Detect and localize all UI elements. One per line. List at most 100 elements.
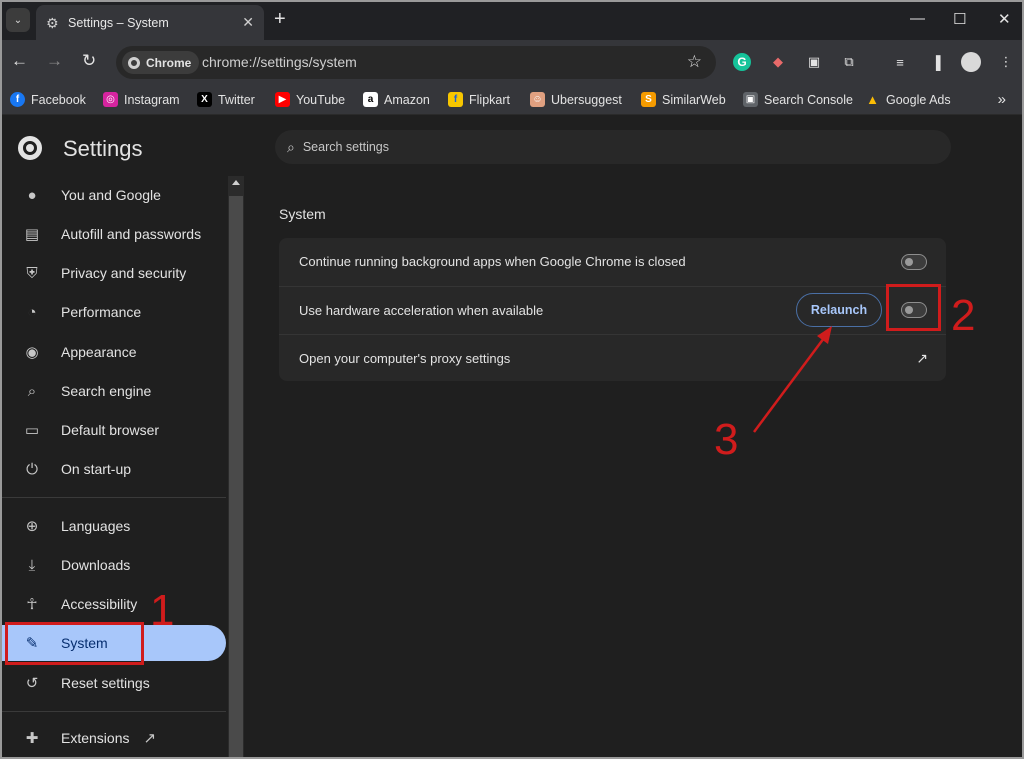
- puzzle-icon[interactable]: ⧉: [839, 52, 859, 72]
- minimize-button[interactable]: —: [910, 10, 925, 27]
- bookmarks-bar: f Facebook ◎ Instagram X Twitter ▶ YouTube a…: [0, 85, 1024, 115]
- back-button[interactable]: ←: [11, 51, 28, 71]
- bookmark-item[interactable]: ☺ Ubersuggest: [530, 92, 622, 107]
- search-icon: ⌕: [27, 382, 37, 400]
- bookmark-item[interactable]: ▲ Google Ads: [865, 92, 951, 107]
- download-icon: ⤓: [28, 556, 36, 574]
- setting-label: Continue running background apps when Go…: [299, 254, 686, 269]
- bookmark-star-icon[interactable]: ☆: [687, 52, 702, 72]
- sidebar-scrollbar[interactable]: [228, 176, 244, 759]
- search-input[interactable]: Search settings: [303, 140, 389, 154]
- scrollbar-thumb[interactable]: [229, 196, 243, 759]
- bookmark-item[interactable]: ▣ Search Console: [743, 92, 853, 107]
- search-settings-field[interactable]: ⌕ Search settings: [275, 130, 951, 164]
- bookmark-item[interactable]: S SimilarWeb: [641, 92, 726, 107]
- sidebar-divider: [0, 711, 226, 712]
- annotation-number-2: 2: [951, 291, 976, 340]
- reload-button[interactable]: ↻: [82, 51, 96, 71]
- puzzle-icon: ✚: [25, 730, 39, 747]
- power-icon: ⏻: [26, 460, 38, 478]
- clipboard-icon: ▤: [24, 226, 40, 243]
- globe-icon: ⊕: [25, 518, 39, 535]
- maximize-button[interactable]: ☐: [953, 10, 966, 28]
- external-link-icon[interactable]: ↗: [916, 350, 928, 367]
- shield-icon: ⛨: [26, 264, 38, 282]
- tab-settings-system[interactable]: ⚙ Settings – System ✕: [36, 5, 264, 40]
- system-settings-card: Continue running background apps when Go…: [279, 238, 946, 381]
- similarweb-icon: S: [641, 92, 656, 107]
- avatar[interactable]: [961, 52, 981, 72]
- tab-strip: ⌄ ⚙ Settings – System ✕ + — ☐ ✕: [0, 0, 1024, 40]
- search-console-icon: ▣: [743, 92, 758, 107]
- annotation-number-3: 3: [714, 415, 739, 464]
- twitter-icon: X: [197, 92, 212, 107]
- bookmark-item[interactable]: X Twitter: [197, 92, 255, 107]
- sidebar-item-performance[interactable]: ◔ Performance: [0, 294, 226, 330]
- bookmark-item[interactable]: ▶ YouTube: [275, 92, 345, 107]
- close-tab-icon[interactable]: ✕: [242, 14, 254, 31]
- forward-button[interactable]: →: [46, 51, 63, 71]
- bookmark-item[interactable]: f Flipkart: [448, 92, 510, 107]
- sidebar-item-you-and-google[interactable]: ● You and Google: [0, 177, 226, 213]
- bookmark-item[interactable]: f Facebook: [10, 92, 86, 107]
- sidebar-item-on-startup[interactable]: ⏻ On start-up: [0, 451, 226, 487]
- menu-icon[interactable]: ⋮: [996, 52, 1016, 72]
- setting-row-hardware-acceleration: Use hardware acceleration when available…: [279, 286, 946, 333]
- flipkart-icon: f: [448, 92, 463, 107]
- accessibility-icon: ☥: [26, 596, 38, 613]
- address-bar[interactable]: Chrome chrome://settings/system ☆: [116, 46, 716, 79]
- new-tab-button[interactable]: +: [274, 8, 286, 30]
- ubersuggest-icon: ☺: [530, 92, 545, 107]
- tab-search-button[interactable]: ⌄: [6, 8, 30, 32]
- sidebar-item-languages[interactable]: ⊕ Languages: [0, 508, 226, 544]
- setting-label: Open your computer's proxy settings: [299, 350, 511, 366]
- youtube-icon: ▶: [275, 92, 290, 107]
- reading-list-icon[interactable]: ≡: [890, 52, 910, 72]
- sidebar-item-search-engine[interactable]: ⌕ Search engine: [0, 373, 226, 409]
- sidebar-item-downloads[interactable]: ⤓ Downloads: [0, 547, 226, 583]
- url-text[interactable]: chrome://settings/system: [202, 54, 357, 70]
- annotation-box-system: [5, 622, 144, 665]
- bookmark-item[interactable]: ◎ Instagram: [103, 92, 180, 107]
- external-link-icon: ↗: [143, 730, 157, 747]
- sidebar-item-autofill[interactable]: ▤ Autofill and passwords: [0, 216, 226, 252]
- history-icon: ↺: [25, 675, 39, 692]
- close-window-button[interactable]: ✕: [998, 10, 1011, 28]
- chrome-logo-icon: [18, 136, 42, 160]
- sidebar-item-appearance[interactable]: ◉ Appearance: [0, 334, 226, 370]
- scroll-up-icon[interactable]: [232, 180, 240, 185]
- background-apps-toggle[interactable]: [901, 253, 927, 270]
- gauge-icon: ◔: [27, 303, 37, 321]
- bookmark-item[interactable]: a Amazon: [363, 92, 430, 107]
- relaunch-button[interactable]: Relaunch: [796, 293, 882, 327]
- section-title: System: [279, 206, 326, 222]
- sidebar-item-extensions[interactable]: ✚ Extensions ↗: [0, 720, 226, 756]
- browser-icon: ▭: [24, 422, 40, 439]
- toolbar: ← → ↻ Chrome chrome://settings/system ☆ …: [0, 40, 1024, 85]
- setting-row-proxy[interactable]: Open your computer's proxy settings ↗: [279, 334, 946, 381]
- annotation-box-toggle: [886, 284, 941, 331]
- media-icon[interactable]: ▣: [804, 52, 824, 72]
- setting-label: Use hardware acceleration when available: [299, 302, 544, 318]
- chrome-chip[interactable]: Chrome: [122, 51, 200, 74]
- sidebar-item-default-browser[interactable]: ▭ Default browser: [0, 412, 226, 448]
- grammarly-icon[interactable]: G: [733, 53, 751, 71]
- google-ads-icon: ▲: [866, 92, 879, 107]
- bookmarks-overflow-icon[interactable]: »: [998, 91, 1006, 108]
- side-panel-icon[interactable]: ▐: [926, 52, 946, 72]
- chrome-logo-icon: [128, 56, 140, 69]
- sidebar-divider: [0, 497, 226, 498]
- tab-title: Settings – System: [68, 15, 169, 30]
- setting-row-background-apps: Continue running background apps when Go…: [279, 238, 946, 285]
- person-icon: ●: [27, 186, 37, 204]
- sidebar-item-reset-settings[interactable]: ↺ Reset settings: [0, 665, 226, 701]
- palette-icon: ◉: [25, 344, 39, 361]
- tag-icon[interactable]: ◆: [768, 52, 788, 72]
- sidebar-item-accessibility[interactable]: ☥ Accessibility: [0, 586, 226, 622]
- page-title: Settings: [63, 136, 143, 161]
- annotation-number-1: 1: [150, 586, 175, 635]
- sidebar-item-privacy[interactable]: ⛨ Privacy and security: [0, 255, 226, 291]
- amazon-icon: a: [363, 92, 378, 107]
- chip-label: Chrome: [146, 55, 192, 70]
- facebook-icon: f: [10, 92, 25, 107]
